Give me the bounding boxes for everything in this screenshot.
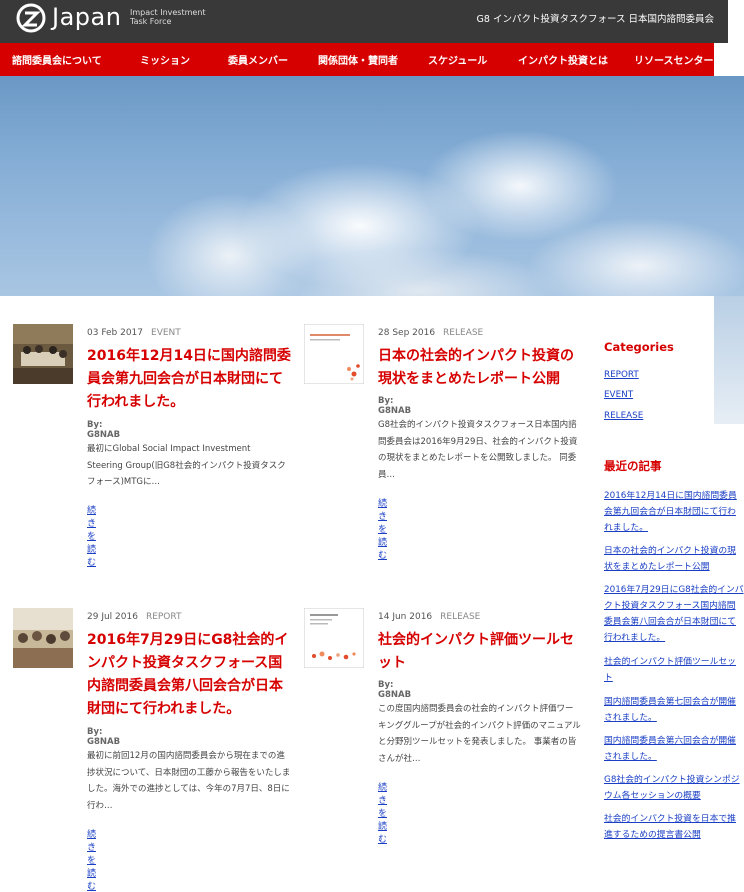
recent-post-link[interactable]: 2016年12月14日に国内諮問委員会第九回会合が日本財団にて行われました。 <box>604 488 744 536</box>
post-category[interactable]: REPORT <box>146 612 182 622</box>
toolset-cover-thumbnail[interactable] <box>304 608 364 668</box>
recent-post-link[interactable]: 2016年7月29日にG8社会的インパクト投資タスクフォース国内諮問委員会第八回… <box>604 582 744 646</box>
logo-icon <box>16 3 46 33</box>
recent-post-link[interactable]: 国内諮問委員会第六回会合が開催されました。 <box>604 733 744 765</box>
post-date: 29 Jul 2016 <box>87 612 138 622</box>
post-meta: 29 Jul 2016 REPORT <box>87 612 182 622</box>
post-date: 03 Feb 2017 <box>87 328 144 338</box>
logo-word: Japan <box>52 3 122 31</box>
recent-post-link[interactable]: G8社会的インパクト投資シンポジウム各セッションの概要 <box>604 772 744 804</box>
post-author: By: G8NAB <box>378 680 412 700</box>
nav-item-schedule[interactable]: スケジュール <box>428 52 487 67</box>
post-excerpt: G8社会的インパクト投資タスクフォース日本国内諮問委員会は2016年9月29日、… <box>378 420 578 480</box>
category-link-report[interactable]: REPORT <box>604 367 744 383</box>
recent-post-link[interactable]: 社会的インパクト評価ツールセット <box>604 654 744 686</box>
read-more-link[interactable]: 続きを読む <box>87 827 96 892</box>
nav-item-about[interactable]: 諮問委員会について <box>12 52 102 67</box>
main-nav: 諮問委員会について ミッション 委員メンバー 関係団体・賛同者 スケジュール イ… <box>0 43 714 76</box>
hero-edge <box>714 296 744 424</box>
post-category[interactable]: RELEASE <box>440 612 480 622</box>
nav-item-members[interactable]: 委員メンバー <box>228 52 288 67</box>
post-meta: 14 Jun 2016 RELEASE <box>378 612 480 622</box>
post-title[interactable]: 日本の社会的インパクト投資の現状をまとめたレポート公開 <box>378 345 584 391</box>
nav-item-partners[interactable]: 関係団体・賛同者 <box>318 52 398 67</box>
meeting-photo-thumbnail[interactable] <box>13 608 73 668</box>
post-meta: 03 Feb 2017 EVENT <box>87 328 181 338</box>
post-author: By: G8NAB <box>378 396 412 416</box>
recent-post-link[interactable]: 国内諮問委員会第七回会合が開催されました。 <box>604 694 744 726</box>
meeting-photo-thumbnail[interactable] <box>13 324 73 384</box>
logo-subtitle: Impact Investment Task Force <box>130 8 206 26</box>
post-title[interactable]: 社会的インパクト評価ツールセット <box>378 629 584 675</box>
post-excerpt: この度国内諮問委員会の社会的インパクト評価ワーキンググループが社会的インパクト評… <box>378 704 581 764</box>
nav-item-impact[interactable]: インパクト投資とは <box>518 52 608 67</box>
hero-banner <box>0 76 744 296</box>
post-excerpt: 最初に前回12月の国内諮問委員会から現在までの進捗状況について、日本財団の工藤か… <box>87 751 291 811</box>
post-date: 28 Sep 2016 <box>378 328 436 338</box>
nav-item-resource[interactable]: リソースセンター <box>634 52 714 67</box>
post-category[interactable]: RELEASE <box>443 328 483 338</box>
post-author: By: G8NAB <box>87 420 121 440</box>
read-more-link[interactable]: 続きを読む <box>378 496 387 561</box>
categories-heading: Categories <box>604 340 674 354</box>
category-link-event[interactable]: EVENT <box>604 387 744 403</box>
recent-post-link[interactable]: 社会的インパクト投資を日本で推進するための提言書公開 <box>604 811 744 843</box>
top-header: Japan Impact Investment Task Force G8 イン… <box>0 0 728 43</box>
post-meta: 28 Sep 2016 RELEASE <box>378 328 483 338</box>
post-date: 14 Jun 2016 <box>378 612 433 622</box>
recent-posts-heading: 最近の記事 <box>604 459 662 473</box>
org-title: G8 インパクト投資タスクフォース 日本国内諮問委員会 <box>476 14 714 25</box>
post-title[interactable]: 2016年12月14日に国内諮問委員会第九回会合が日本財団にて行われました。 <box>87 345 292 414</box>
report-cover-thumbnail[interactable] <box>304 324 364 384</box>
read-more-link[interactable]: 続きを読む <box>87 503 96 568</box>
nav-item-mission[interactable]: ミッション <box>140 52 190 67</box>
post-title[interactable]: 2016年7月29日にG8社会的インパクト投資タスクフォース国内諮問委員会第八回… <box>87 629 293 721</box>
post-category[interactable]: EVENT <box>151 328 181 338</box>
recent-post-link[interactable]: 日本の社会的インパクト投資の現状をまとめたレポート公開 <box>604 543 744 575</box>
post-excerpt: 最初にGlobal Social Impact Investment Steer… <box>87 444 286 487</box>
read-more-link[interactable]: 続きを読む <box>378 780 387 845</box>
post-author: By: G8NAB <box>87 727 121 747</box>
category-link-release[interactable]: RELEASE <box>604 408 744 424</box>
